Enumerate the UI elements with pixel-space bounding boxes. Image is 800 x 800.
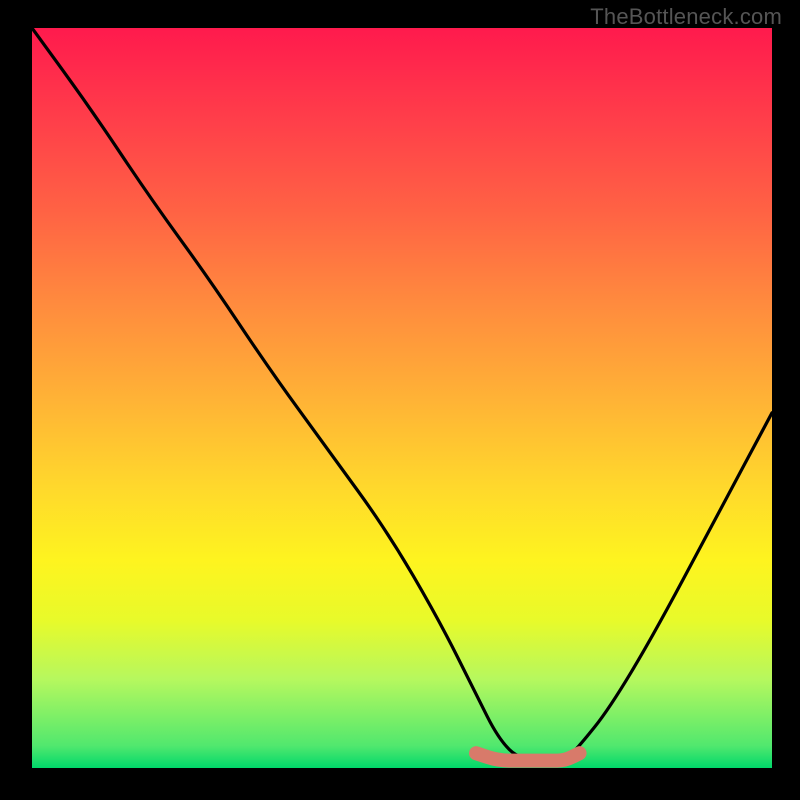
highlight-band-path (476, 753, 580, 760)
watermark-text: TheBottleneck.com (590, 4, 782, 30)
chart-frame (32, 28, 772, 768)
chart-svg (32, 28, 772, 768)
bottleneck-curve-path (32, 28, 772, 761)
